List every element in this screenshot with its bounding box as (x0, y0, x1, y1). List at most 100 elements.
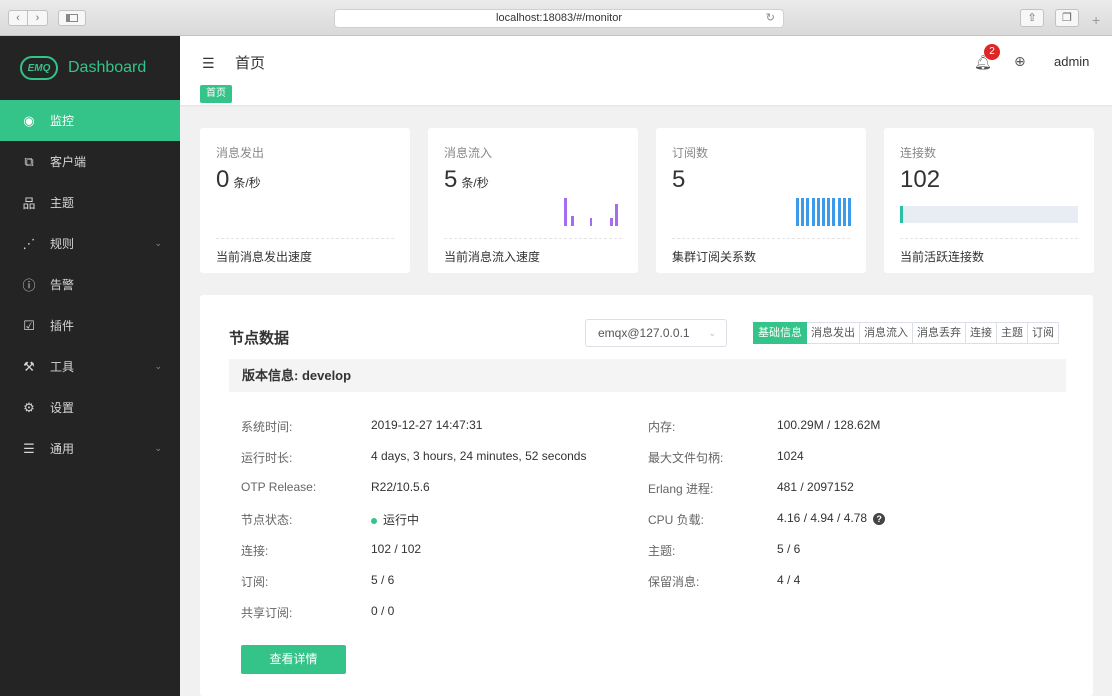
stat-card-messages-in: 消息流入 5 条/秒 当前消息流入速度 (428, 128, 638, 273)
info-label: OTP Release: (241, 480, 317, 494)
info-label: 内存: (648, 420, 676, 434)
tab-subscriptions[interactable]: 订阅 (1028, 322, 1059, 344)
sidebar-item-label: 工具 (50, 360, 75, 374)
info-value: 5 / 6 (777, 542, 801, 556)
info-value: 1024 (777, 449, 804, 463)
node-select-value: emqx@127.0.0.1 (598, 326, 690, 340)
address-bar[interactable]: localhost:18083/#/monitor ↻ (334, 9, 784, 28)
globe-icon[interactable]: ⊕ (1014, 53, 1026, 70)
bar (801, 198, 805, 226)
bar (821, 198, 825, 226)
back-button[interactable]: ‹ (8, 10, 28, 26)
stat-card-messages-out: 消息发出 0 条/秒 当前消息发出速度 (200, 128, 410, 273)
divider (216, 238, 394, 239)
node-data-panel: 节点数据 emqx@127.0.0.1 ⌄ 基础信息 消息发出 消息流入 消息丢… (200, 295, 1093, 696)
bar (832, 198, 836, 226)
menu-toggle-icon[interactable]: ☰ (202, 55, 215, 72)
sidebar-item-label: 通用 (50, 442, 75, 456)
cpu-load-text: 4.16 / 4.94 / 4.78 (777, 511, 868, 525)
bar (847, 198, 851, 226)
info-label: 主题: (648, 544, 676, 558)
clients-icon: ⧉ (24, 153, 34, 169)
bar (816, 198, 820, 226)
gauge-icon: ◉ (23, 112, 35, 128)
view-details-button[interactable]: 查看详情 (241, 645, 346, 674)
stat-number: 5 (444, 166, 458, 193)
top-header: ☰ 首页 首页 🔔︎ 2 ⊕ admin (180, 36, 1112, 106)
sidebar-item-label: 客户端 (50, 155, 87, 169)
info-value: 2019-12-27 14:47:31 (371, 418, 483, 432)
tab-messages-in[interactable]: 消息流入 (860, 322, 913, 344)
sparkline-bar (564, 198, 567, 226)
stat-footer: 当前活跃连接数 (900, 250, 985, 264)
url-text: localhost:18083/#/monitor (496, 12, 622, 24)
info-value: 4.16 / 4.94 / 4.78? (777, 511, 886, 525)
divider (444, 238, 622, 239)
sidebar-toggle-button[interactable] (58, 10, 86, 26)
brand[interactable]: EMQ Dashboard (0, 36, 180, 100)
tab-topics[interactable]: 主题 (997, 322, 1028, 344)
sparkline-bar (610, 218, 613, 226)
tab-basic-info[interactable]: 基础信息 (753, 322, 807, 344)
stat-unit: 条/秒 (233, 176, 261, 190)
stat-label: 消息流入 (444, 146, 493, 160)
sidebar: EMQ Dashboard ◉ 监控 ⧉ 客户端 品 主题 ⋰ 规则 ⌄ ⓘ 告… (0, 36, 180, 696)
connections-progress (900, 206, 1078, 223)
sidebar-menu: ◉ 监控 ⧉ 客户端 品 主题 ⋰ 规则 ⌄ ⓘ 告警 ☑ 插件 ⚒ 工具 ⌄ (0, 100, 180, 469)
sidebar-item-label: 监控 (50, 114, 75, 128)
breadcrumb[interactable]: 首页 (200, 85, 232, 103)
brand-title: Dashboard (68, 59, 147, 76)
info-label: 保留消息: (648, 575, 700, 589)
plugin-icon: ☑ (23, 317, 35, 333)
user-menu[interactable]: admin (1054, 54, 1089, 69)
tools-icon: ⚒ (23, 358, 35, 374)
tab-connections[interactable]: 连接 (966, 322, 997, 344)
sidebar-item-general[interactable]: ☰ 通用 ⌄ (0, 428, 180, 469)
info-value: 100.29M / 128.62M (777, 418, 881, 432)
stat-number: 0 (216, 166, 230, 193)
page-title: 首页 (235, 55, 266, 72)
browser-toolbar: ‹ › localhost:18083/#/monitor ↻ ⇧ ❐ + (0, 0, 1112, 36)
alarm-icon: ⓘ (22, 278, 36, 293)
info-value: R22/10.5.6 (371, 480, 430, 494)
info-label: 系统时间: (241, 420, 293, 434)
tabs-button[interactable]: ❐ (1055, 9, 1079, 27)
topic-tree-icon: 品 (22, 196, 36, 211)
general-icon: ☰ (23, 440, 35, 456)
info-label: CPU 负载: (648, 513, 705, 527)
sidebar-item-topics[interactable]: 品 主题 (0, 182, 180, 223)
stat-footer: 当前消息流入速度 (444, 250, 541, 264)
sidebar-item-rules[interactable]: ⋰ 规则 ⌄ (0, 223, 180, 264)
sidebar-item-monitor[interactable]: ◉ 监控 (0, 100, 180, 141)
forward-button[interactable]: › (28, 10, 48, 26)
stat-label: 消息发出 (216, 146, 265, 160)
tab-messages-out[interactable]: 消息发出 (807, 322, 860, 344)
share-button[interactable]: ⇧ (1020, 9, 1044, 27)
sidebar-item-tools[interactable]: ⚒ 工具 ⌄ (0, 346, 180, 387)
reload-icon[interactable]: ↻ (766, 10, 775, 27)
help-icon[interactable]: ? (873, 513, 886, 525)
sidebar-item-settings[interactable]: ⚙ 设置 (0, 387, 180, 428)
messages-in-sparkline (562, 190, 622, 226)
sparkline-bar (571, 216, 574, 226)
sidebar-item-clients[interactable]: ⧉ 客户端 (0, 141, 180, 182)
divider (900, 238, 1078, 239)
bar (806, 198, 810, 226)
sidebar-item-label: 主题 (50, 196, 75, 210)
new-tab-button[interactable]: + (1092, 12, 1100, 28)
chevron-down-icon: ⌄ (154, 238, 162, 248)
tab-messages-dropped[interactable]: 消息丢弃 (913, 322, 966, 344)
emq-logo: EMQ (20, 56, 58, 80)
bar (827, 198, 831, 226)
node-select[interactable]: emqx@127.0.0.1 ⌄ (585, 319, 727, 347)
bar (842, 198, 846, 226)
info-value: 运行中 (371, 511, 419, 528)
info-label: 订阅: (241, 575, 269, 589)
sidebar-icon (66, 14, 78, 22)
sidebar-item-label: 设置 (50, 401, 75, 415)
stat-number: 5 (672, 166, 686, 193)
sidebar-item-plugins[interactable]: ☑ 插件 (0, 305, 180, 346)
stat-value: 0 条/秒 (216, 166, 261, 194)
stat-value: 5 条/秒 (444, 166, 489, 194)
sidebar-item-alarms[interactable]: ⓘ 告警 (0, 264, 180, 305)
